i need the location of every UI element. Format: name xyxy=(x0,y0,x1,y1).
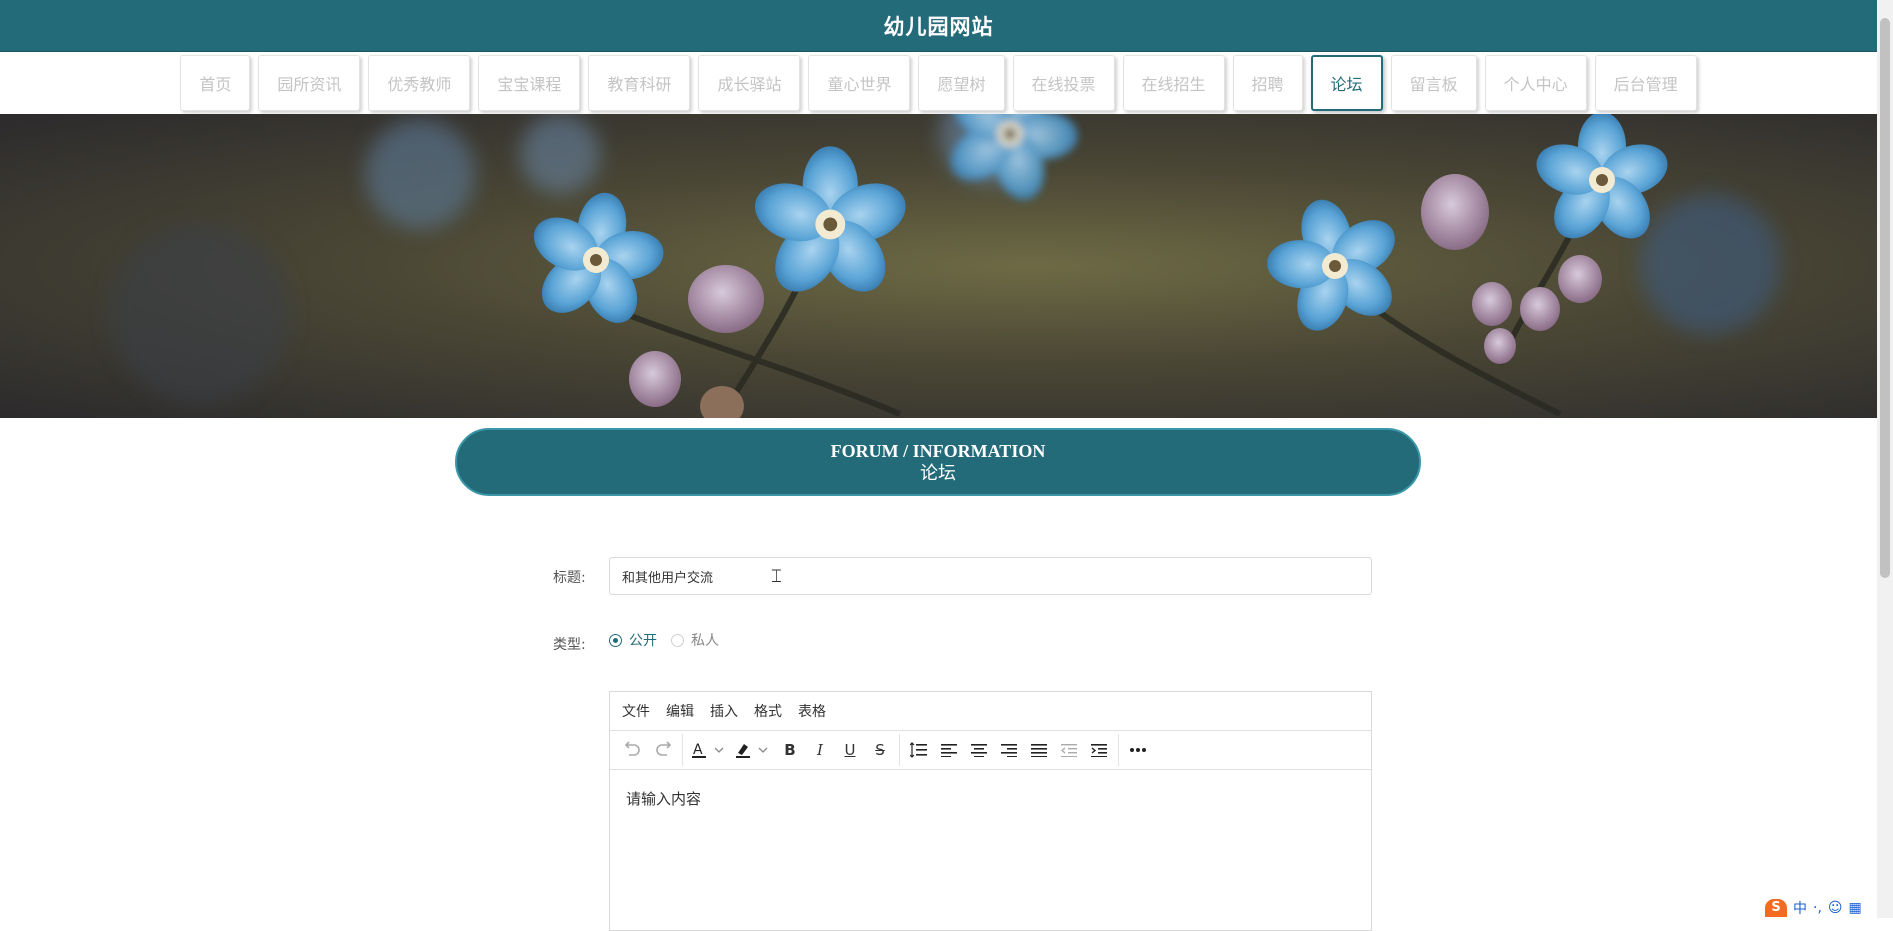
editor-toolbar: A B I U S xyxy=(610,731,1371,770)
editor-menubar: 文件 编辑 插入 格式 表格 xyxy=(610,692,1371,731)
title-label: 标题: xyxy=(553,570,586,586)
redo-icon[interactable] xyxy=(648,735,678,765)
svg-text:A: A xyxy=(693,742,703,758)
title-input[interactable] xyxy=(609,557,1372,595)
nav-item-admin[interactable]: 后台管理 xyxy=(1594,55,1697,111)
scrollbar-thumb[interactable] xyxy=(1880,18,1890,578)
main-nav: 首页 园所资讯 优秀教师 宝宝课程 教育科研 成长驿站 童心世界 愿望树 在线投… xyxy=(0,52,1877,115)
ime-mode-label: 中 xyxy=(1793,900,1807,917)
bold-icon[interactable]: B xyxy=(775,735,805,765)
nav-item-kids-world[interactable]: 童心世界 xyxy=(808,55,911,111)
nav-item-enrollment[interactable]: 在线招生 xyxy=(1122,55,1225,111)
menu-file[interactable]: 文件 xyxy=(622,701,650,721)
undo-icon[interactable] xyxy=(618,735,648,765)
more-icon[interactable] xyxy=(1123,735,1153,765)
radio-checked-icon xyxy=(609,633,622,647)
radio-public-label: 公开 xyxy=(629,633,657,649)
text-cursor-icon: ⌶ xyxy=(771,566,782,586)
menu-format[interactable]: 格式 xyxy=(754,701,782,721)
align-right-icon[interactable] xyxy=(994,735,1024,765)
nav-item-research[interactable]: 教育科研 xyxy=(588,55,691,111)
editor-content-area[interactable]: 请输入内容 xyxy=(610,770,1371,827)
underline-icon[interactable]: U xyxy=(835,735,865,765)
nav-item-voting[interactable]: 在线投票 xyxy=(1012,55,1115,111)
ime-punctuation-icon: ·, xyxy=(1813,899,1822,916)
nav-item-wish-tree[interactable]: 愿望树 xyxy=(918,55,1005,111)
type-label: 类型: xyxy=(553,637,586,653)
strikethrough-icon[interactable]: S xyxy=(865,735,895,765)
page-scrollbar[interactable] xyxy=(1877,0,1893,918)
nav-item-news[interactable]: 园所资讯 xyxy=(258,55,361,111)
menu-edit[interactable]: 编辑 xyxy=(666,701,694,721)
highlight-color-icon[interactable] xyxy=(731,735,775,765)
nav-item-teachers[interactable]: 优秀教师 xyxy=(368,55,471,111)
line-height-icon[interactable] xyxy=(904,735,934,765)
toolbar-separator xyxy=(682,734,683,766)
menu-table[interactable]: 表格 xyxy=(798,701,826,721)
nav-item-profile[interactable]: 个人中心 xyxy=(1484,55,1587,111)
nav-item-forum[interactable]: 论坛 xyxy=(1310,55,1383,111)
toolbar-separator xyxy=(899,734,900,766)
toolbar-separator xyxy=(1118,734,1119,766)
radio-private-label: 私人 xyxy=(691,633,719,649)
align-center-icon[interactable] xyxy=(964,735,994,765)
ime-keyboard-icon: ▦ xyxy=(1848,899,1862,916)
italic-icon[interactable]: I xyxy=(805,735,835,765)
banner-image xyxy=(0,114,1877,418)
section-title-en: FORUM / INFORMATION xyxy=(830,441,1046,461)
nav-item-home[interactable]: 首页 xyxy=(180,55,251,111)
editor-placeholder: 请输入内容 xyxy=(626,790,702,808)
nav-item-recruitment[interactable]: 招聘 xyxy=(1232,55,1303,111)
outdent-icon[interactable] xyxy=(1054,735,1084,765)
site-header: 幼儿园网站 xyxy=(0,0,1877,52)
align-justify-icon[interactable] xyxy=(1024,735,1054,765)
indent-icon[interactable] xyxy=(1084,735,1114,765)
radio-unchecked-icon xyxy=(671,633,684,647)
radio-public[interactable]: 公开 xyxy=(609,630,657,650)
nav-item-message-board[interactable]: 留言板 xyxy=(1390,55,1477,111)
menu-insert[interactable]: 插入 xyxy=(710,701,738,721)
type-radio-group: 公开 私人 xyxy=(609,630,719,650)
ime-tray[interactable]: S 中 ·, ☺ ▦ xyxy=(1765,897,1862,918)
align-left-icon[interactable] xyxy=(934,735,964,765)
section-title-cn: 论坛 xyxy=(920,463,956,483)
radio-private[interactable]: 私人 xyxy=(671,630,719,650)
nav-item-growth[interactable]: 成长驿站 xyxy=(698,55,801,111)
rich-text-editor: 文件 编辑 插入 格式 表格 A B I U S 请输入内容 xyxy=(609,691,1372,931)
ime-logo-icon: S xyxy=(1765,898,1787,917)
site-title: 幼儿园网站 xyxy=(883,14,994,39)
text-color-icon[interactable]: A xyxy=(687,735,731,765)
flower-illustration xyxy=(110,114,1780,418)
section-header: FORUM / INFORMATION 论坛 xyxy=(455,428,1421,496)
ime-emoji-icon: ☺ xyxy=(1827,899,1843,916)
nav-item-courses[interactable]: 宝宝课程 xyxy=(478,55,581,111)
